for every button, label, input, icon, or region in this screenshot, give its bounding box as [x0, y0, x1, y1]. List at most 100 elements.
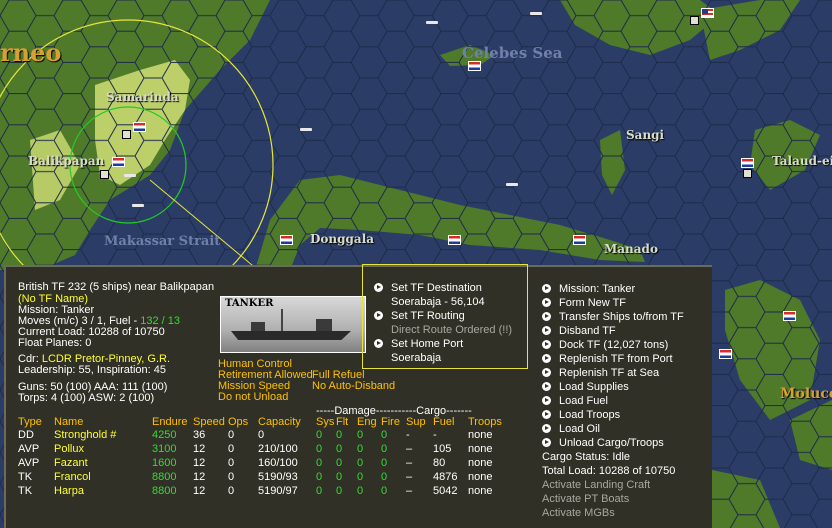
menu-item-disabled: Activate MGBs: [542, 507, 615, 519]
cell-fire: 0: [381, 471, 388, 483]
ship-icon[interactable]: [300, 128, 312, 131]
cell-flt: 0: [336, 471, 343, 483]
cell-speed: 36: [193, 429, 206, 441]
arrow-icon: [542, 298, 551, 307]
col-type: Type: [18, 416, 42, 428]
ship-icon[interactable]: [426, 21, 438, 24]
menu-item-disabled: Activate Landing Craft: [542, 479, 651, 491]
tf-destination-value: Soerabaja - 56,104: [391, 296, 485, 308]
cell-speed: 12: [193, 471, 206, 483]
tf-actions-menu: Mission: Tanker Form New TF Transfer Ships…: [542, 282, 684, 520]
cell-name[interactable]: Francol: [54, 471, 91, 484]
menu-item[interactable]: Form New TF: [542, 296, 684, 310]
menu-item-disabled: Activate PT Boats: [542, 493, 630, 505]
dutch-flag-icon[interactable]: [280, 235, 293, 245]
col-name: Name: [54, 416, 84, 428]
map-label-sangi: Sangi: [626, 128, 665, 142]
dutch-flag-icon[interactable]: [133, 122, 146, 132]
dutch-flag-icon[interactable]: [783, 311, 796, 321]
dutch-flag-icon[interactable]: [112, 157, 125, 167]
cell-sup: –: [406, 443, 413, 455]
cell-flt: 0: [336, 443, 343, 455]
cell-speed: 12: [193, 457, 206, 469]
cell-endure: 1600: [152, 457, 177, 469]
menu-item[interactable]: Disband TF: [542, 324, 684, 338]
ship-icon[interactable]: [132, 204, 144, 207]
home-port-value: Soerabaja: [391, 352, 442, 364]
cargo-status: Cargo Status: Idle: [542, 451, 631, 463]
cell-endure: 8800: [152, 485, 177, 497]
menu-item-label: Disband TF: [559, 325, 616, 337]
set-home-port[interactable]: Set Home Port: [374, 338, 463, 351]
set-tf-destination[interactable]: Set TF Destination: [374, 282, 482, 295]
cell-sup: -: [406, 429, 410, 441]
menu-item[interactable]: Transfer Ships to/from TF: [542, 310, 684, 324]
menu-item[interactable]: Unload Cargo/Troops: [542, 436, 684, 450]
base-icon[interactable]: [100, 170, 109, 179]
menu-item[interactable]: Dock TF (12,027 tons): [542, 338, 684, 352]
menu-item[interactable]: Load Supplies: [542, 380, 684, 394]
cell-name[interactable]: Stronghold #: [54, 429, 116, 442]
menu-item-label: Replenish TF from Port: [559, 353, 673, 365]
ship-icon[interactable]: [124, 174, 136, 177]
cell-ops: 0: [228, 471, 235, 483]
us-flag-icon[interactable]: [701, 8, 714, 18]
ship-icon[interactable]: [530, 12, 542, 15]
tf-torps: Torps: 4 (100) ASW: 2 (100): [18, 392, 155, 404]
menu-item-label: Load Troops: [559, 409, 621, 421]
dutch-flag-icon[interactable]: [719, 349, 732, 359]
cell-sys: 0: [316, 443, 323, 455]
set-tf-routing[interactable]: Set TF Routing: [374, 310, 465, 323]
cell-fire: 0: [381, 429, 388, 441]
arrow-icon: [542, 424, 551, 433]
arrow-icon: [542, 368, 551, 377]
arrow-icon: [374, 311, 383, 320]
cell-eng: 0: [357, 443, 364, 455]
cell-eng: 0: [357, 457, 364, 469]
no-auto-disband-toggle[interactable]: No Auto-Disband: [312, 380, 395, 393]
arrow-icon: [542, 438, 551, 447]
menu-item[interactable]: Replenish TF from Port: [542, 352, 684, 366]
base-icon[interactable]: [743, 169, 752, 178]
cell-fuel: 4876: [433, 471, 458, 483]
ship-type-label: TANKER: [225, 298, 274, 309]
base-icon[interactable]: [122, 130, 131, 139]
col-flt: Flt: [336, 416, 349, 428]
cell-sup: –: [406, 457, 413, 469]
cell-type: DD: [18, 429, 34, 441]
dutch-flag-icon[interactable]: [741, 158, 754, 168]
arrow-icon: [542, 312, 551, 321]
cell-flt: 0: [336, 457, 343, 469]
map-label-makassar-strait: Makassar Strait: [104, 234, 221, 249]
dutch-flag-icon[interactable]: [468, 61, 481, 71]
cell-troops: none: [468, 471, 493, 483]
menu-item-label: Load Fuel: [559, 395, 608, 407]
dutch-flag-icon[interactable]: [573, 235, 586, 245]
menu-item[interactable]: Load Oil: [542, 422, 684, 436]
menu-item-label: Load Supplies: [559, 381, 629, 393]
menu-item[interactable]: Load Troops: [542, 408, 684, 422]
menu-item-label: Unload Cargo/Troops: [559, 437, 664, 449]
map-label-balikpapan: Balikpapan: [28, 154, 105, 168]
cell-troops: none: [468, 457, 493, 469]
arrow-icon: [542, 396, 551, 405]
arrow-icon: [542, 410, 551, 419]
menu-item[interactable]: Replenish TF at Sea: [542, 366, 684, 380]
cell-name[interactable]: Harpa: [54, 485, 84, 498]
map-label-samarinda: Samarinda: [106, 90, 179, 104]
map-label-borneo: rneo: [0, 38, 62, 67]
col-ops: Ops: [228, 416, 249, 428]
arrow-icon: [374, 283, 383, 292]
cell-sys: 0: [316, 471, 323, 483]
base-icon[interactable]: [690, 16, 699, 25]
cell-name[interactable]: Pollux: [54, 443, 84, 456]
cell-name[interactable]: Fazant: [54, 457, 88, 470]
cell-troops: none: [468, 485, 493, 497]
arrow-icon: [542, 326, 551, 335]
ship-icon[interactable]: [506, 183, 518, 186]
dutch-flag-icon[interactable]: [448, 235, 461, 245]
menu-item[interactable]: Load Fuel: [542, 394, 684, 408]
menu-item-label: Transfer Ships to/from TF: [559, 311, 684, 323]
do-not-unload-toggle[interactable]: Do not Unload: [218, 391, 288, 404]
menu-item[interactable]: Mission: Tanker: [542, 282, 684, 296]
